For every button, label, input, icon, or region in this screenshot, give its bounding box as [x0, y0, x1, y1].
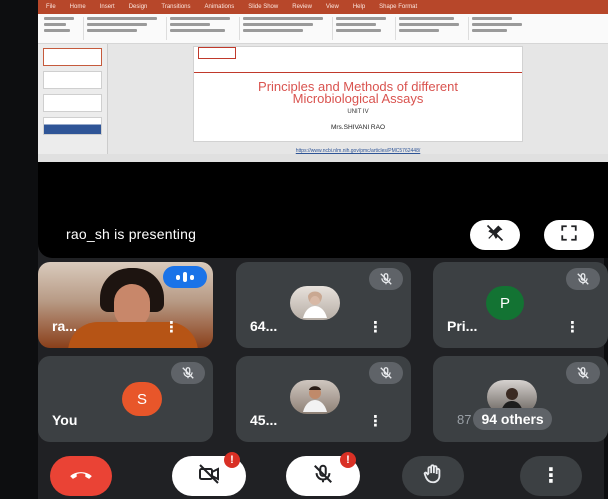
phone-end-icon [68, 461, 94, 492]
speaking-indicator [163, 266, 207, 288]
slide-logo [198, 47, 236, 59]
slide-thumbnail[interactable] [43, 117, 102, 135]
slide-unit: UNIT IV [347, 109, 369, 115]
shared-screen: File Home Insert Design Transitions Anim… [38, 0, 608, 258]
ppt-tab: Help [352, 4, 366, 10]
more-options-icon[interactable]: ⋮ [368, 320, 383, 335]
fullscreen-icon [560, 224, 578, 247]
mic-off-icon [566, 362, 600, 384]
more-options-icon[interactable]: ⋮ [368, 414, 383, 429]
others-count-prefix: 87 [457, 411, 472, 427]
participant-tile[interactable]: ra... ⋮ [38, 262, 213, 348]
ppt-tab: Design [128, 4, 148, 10]
mic-off-icon [566, 268, 600, 290]
avatar: S [122, 382, 162, 416]
camera-warning-badge: ! [224, 452, 240, 468]
participant-tile[interactable]: 64... ⋮ [236, 262, 411, 348]
mic-off-icon [369, 268, 403, 290]
participant-tile[interactable]: S You [38, 356, 213, 442]
mic-off-icon [369, 362, 403, 384]
ppt-tab: Slide Show [248, 4, 279, 10]
current-slide: Principles and Methods of different Micr… [193, 46, 523, 142]
mic-warning-badge: ! [340, 452, 356, 468]
slide-thumbnails [38, 44, 108, 154]
left-frame [0, 0, 38, 499]
ppt-tab: Insert [99, 4, 115, 10]
slide-thumbnail[interactable] [43, 48, 102, 66]
avatar-initial: P [499, 294, 510, 312]
others-count[interactable]: 94 others [473, 408, 552, 430]
ppt-titlebar: File Home Insert Design Transitions Anim… [38, 0, 608, 14]
ppt-tab: Home [69, 4, 86, 10]
ppt-tab: View [325, 4, 339, 10]
slide-thumbnail[interactable] [43, 94, 102, 112]
mic-off-icon [171, 362, 205, 384]
unpin-icon [485, 223, 505, 248]
avatar: P [486, 286, 524, 320]
avatar [290, 286, 340, 320]
ppt-statusbar [38, 154, 608, 162]
participant-name: 45... [250, 412, 278, 428]
avatar [290, 380, 340, 414]
mic-toggle-button[interactable]: ! [286, 452, 360, 496]
ppt-tab: Transitions [161, 4, 191, 10]
end-call-button[interactable] [50, 456, 112, 496]
participant-tile[interactable]: P Pri... ⋮ [433, 262, 608, 348]
others-tile[interactable]: 87 94 others [433, 356, 608, 442]
ppt-ribbon [38, 14, 608, 44]
participant-name: Pri... [447, 318, 478, 334]
slide-thumbnail[interactable] [43, 71, 102, 89]
raise-hand-button[interactable] [402, 456, 464, 496]
slide-title: Principles and Methods of different Micr… [258, 79, 458, 106]
camera-toggle-button[interactable]: ! [172, 452, 246, 496]
more-options-icon[interactable]: ⋮ [164, 320, 179, 335]
unpin-button[interactable] [470, 220, 520, 250]
more-options-icon[interactable]: ⋮ [565, 320, 580, 335]
participant-name: ra... [52, 318, 77, 334]
fullscreen-button[interactable] [544, 220, 594, 250]
ppt-tab: File [46, 4, 56, 10]
participant-name: 64... [250, 318, 278, 334]
participant-name: You [52, 412, 78, 428]
ppt-tab: Animations [204, 4, 235, 10]
powerpoint-window: File Home Insert Design Transitions Anim… [38, 0, 608, 162]
camera-off-icon [197, 462, 221, 491]
slide-canvas: Principles and Methods of different Micr… [108, 44, 608, 154]
raise-hand-icon [422, 463, 444, 490]
more-options-icon: ⋮ [541, 465, 561, 487]
participant-tile[interactable]: 45... ⋮ [236, 356, 411, 442]
slide-author: Mrs.SHIVANI RAO [330, 124, 386, 131]
mic-off-icon [312, 463, 334, 490]
presenter-label: rao_sh is presenting [66, 226, 197, 242]
ppt-tab: Review [292, 4, 312, 10]
more-options-button[interactable]: ⋮ [520, 456, 582, 496]
avatar-initial: S [136, 390, 147, 408]
ppt-tab: Shape Format [379, 4, 418, 10]
